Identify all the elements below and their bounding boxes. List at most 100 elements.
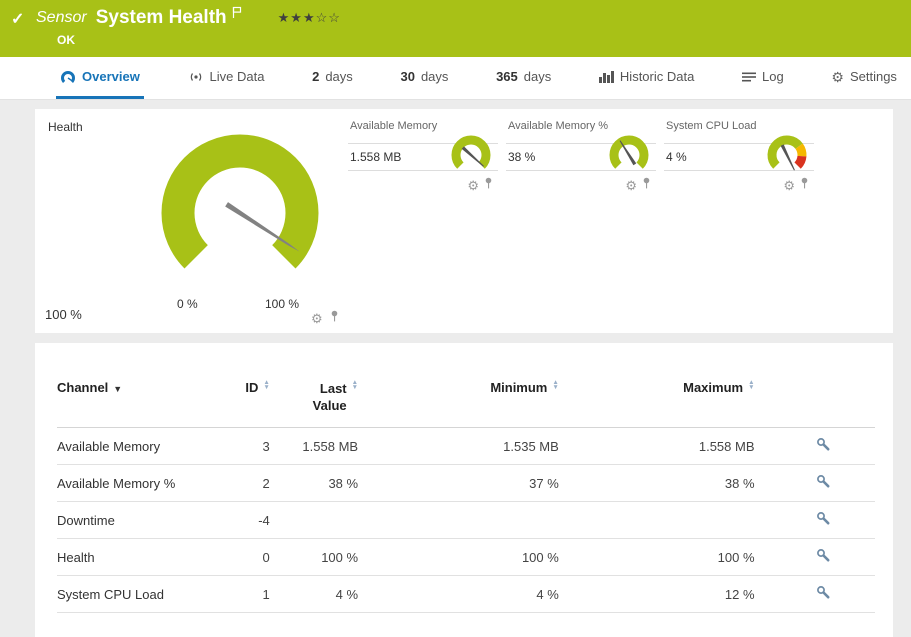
tab-overview[interactable]: Overview <box>56 57 144 99</box>
table-row: System CPU Load 1 4 % 4 % 12 % <box>57 576 875 613</box>
tab-30-days[interactable]: 30 days <box>396 57 452 99</box>
channel-name: Available Memory <box>57 428 208 465</box>
gauge-dial <box>447 133 495 177</box>
channel-name: Health <box>57 539 208 576</box>
channel-id: 1 <box>208 576 270 613</box>
tab-bar: Overview Live Data 2 days 30 days 365 da… <box>0 57 911 100</box>
channel-minimum: 1.535 MB <box>358 428 559 465</box>
health-gauge-value: 100 % <box>45 307 82 322</box>
channel-id: 0 <box>208 539 270 576</box>
channel-maximum: 38 % <box>559 465 755 502</box>
column-header-id[interactable]: ID▲▼ <box>208 380 270 428</box>
channel-last-value: 100 % <box>270 539 358 576</box>
pin-icon[interactable] <box>330 309 339 327</box>
bar-chart-icon <box>599 70 614 83</box>
channel-last-value: 38 % <box>270 465 358 502</box>
channel-minimum: 4 % <box>358 576 559 613</box>
content-area: Health 0 % 100 % 100 % ⚙ <box>0 100 911 597</box>
channel-maximum: 12 % <box>559 576 755 613</box>
status-ok-icon: ✓ <box>11 9 24 29</box>
tab-live-data-label: Live Data <box>210 69 265 84</box>
channel-last-value: 4 % <box>270 576 358 613</box>
gear-icon[interactable]: ⚙ <box>311 312 323 325</box>
page-title: System Health <box>96 7 227 29</box>
status-badge: OK <box>57 33 75 47</box>
mini-gauge-available-memory: Available Memory 1.558 MB ⚙ <box>348 117 498 194</box>
log-list-icon <box>742 71 756 83</box>
gauge-icon <box>60 70 76 84</box>
gauge-needle <box>781 144 796 171</box>
channel-id: 2 <box>208 465 270 502</box>
gauges-panel: Health 0 % 100 % 100 % ⚙ <box>35 109 893 333</box>
sort-icon: ▲▼ <box>352 380 358 390</box>
tab-log-label: Log <box>762 69 784 84</box>
mini-gauge-system-cpu-load: System CPU Load 4 % ⚙ <box>664 117 814 194</box>
column-header-minimum[interactable]: Minimum▲▼ <box>358 380 559 428</box>
channel-settings-icon[interactable] <box>816 551 831 566</box>
tab-365-days[interactable]: 365 days <box>492 57 555 99</box>
column-header-maximum[interactable]: Maximum▲▼ <box>559 380 755 428</box>
gear-icon[interactable]: ⚙ <box>467 179 479 192</box>
mini-gauge-available-memory-pct: Available Memory % 38 % ⚙ <box>506 117 656 194</box>
gauge-dial <box>763 133 811 177</box>
tab-30-days-number: 30 <box>400 69 414 84</box>
tab-2-days-number: 2 <box>312 69 319 84</box>
channel-settings-icon[interactable] <box>816 440 831 455</box>
sensor-header: ✓ Sensor System Health ★★★☆☆ OK <box>0 0 911 57</box>
live-data-icon <box>188 70 204 84</box>
health-gauge-title: Health <box>48 120 83 134</box>
mini-gauge-value: 4 % <box>666 150 687 164</box>
pin-icon[interactable] <box>484 176 493 194</box>
tab-settings-label: Settings <box>850 69 897 84</box>
table-row: Downtime -4 <box>57 502 875 539</box>
sort-icon: ▲▼ <box>748 380 754 390</box>
channel-last-value: 1.558 MB <box>270 428 358 465</box>
flag-icon[interactable] <box>232 6 242 24</box>
channel-settings-icon[interactable] <box>816 588 831 603</box>
channel-maximum: 1.558 MB <box>559 428 755 465</box>
mini-gauge-value: 1.558 MB <box>350 150 401 164</box>
health-gauge <box>145 125 335 295</box>
channel-settings-icon[interactable] <box>816 477 831 492</box>
table-row: Available Memory % 2 38 % 37 % 38 % <box>57 465 875 502</box>
tab-log[interactable]: Log <box>738 57 788 99</box>
tab-historic-data[interactable]: Historic Data <box>595 57 698 99</box>
gauge-dial <box>605 133 653 177</box>
gear-icon[interactable]: ⚙ <box>783 179 795 192</box>
pin-icon[interactable] <box>800 176 809 194</box>
tab-overview-label: Overview <box>82 69 140 84</box>
channel-name: System CPU Load <box>57 576 208 613</box>
channel-minimum: 100 % <box>358 539 559 576</box>
health-gauge-max-label: 100 % <box>265 297 299 311</box>
table-row: Available Memory 3 1.558 MB 1.535 MB 1.5… <box>57 428 875 465</box>
channel-minimum: 37 % <box>358 465 559 502</box>
gear-icon[interactable]: ⚙ <box>625 179 637 192</box>
column-header-channel[interactable]: Channel▼ <box>57 380 208 428</box>
channel-name: Downtime <box>57 502 208 539</box>
channels-table: Channel▼ ID▲▼ Last Value▲▼ Minimum▲▼ Max… <box>57 380 875 613</box>
column-header-last-value[interactable]: Last Value▲▼ <box>270 380 358 428</box>
pin-icon[interactable] <box>642 176 651 194</box>
priority-stars[interactable]: ★★★☆☆ <box>278 7 341 26</box>
table-row: Health 0 100 % 100 % 100 % <box>57 539 875 576</box>
channel-name: Available Memory % <box>57 465 208 502</box>
channel-maximum <box>559 502 755 539</box>
tab-settings[interactable]: ⚙ Settings <box>827 57 901 99</box>
channel-last-value <box>270 502 358 539</box>
tab-30-days-label: days <box>421 69 448 84</box>
column-header-tools <box>755 380 875 428</box>
health-gauge-min-label: 0 % <box>177 297 198 311</box>
sort-icon: ▲▼ <box>552 380 558 390</box>
channels-panel: Channel▼ ID▲▼ Last Value▲▼ Minimum▲▼ Max… <box>35 343 893 637</box>
tab-historic-data-label: Historic Data <box>620 69 694 84</box>
channel-minimum <box>358 502 559 539</box>
gear-icon: ⚙ <box>831 70 844 84</box>
tab-365-days-number: 365 <box>496 69 518 84</box>
channel-id: -4 <box>208 502 270 539</box>
sort-icon: ▲▼ <box>263 380 269 390</box>
sensor-kind-label: Sensor <box>36 7 87 27</box>
tab-2-days[interactable]: 2 days <box>308 57 357 99</box>
tab-live-data[interactable]: Live Data <box>184 57 269 99</box>
channel-settings-icon[interactable] <box>816 514 831 529</box>
tab-365-days-label: days <box>524 69 551 84</box>
